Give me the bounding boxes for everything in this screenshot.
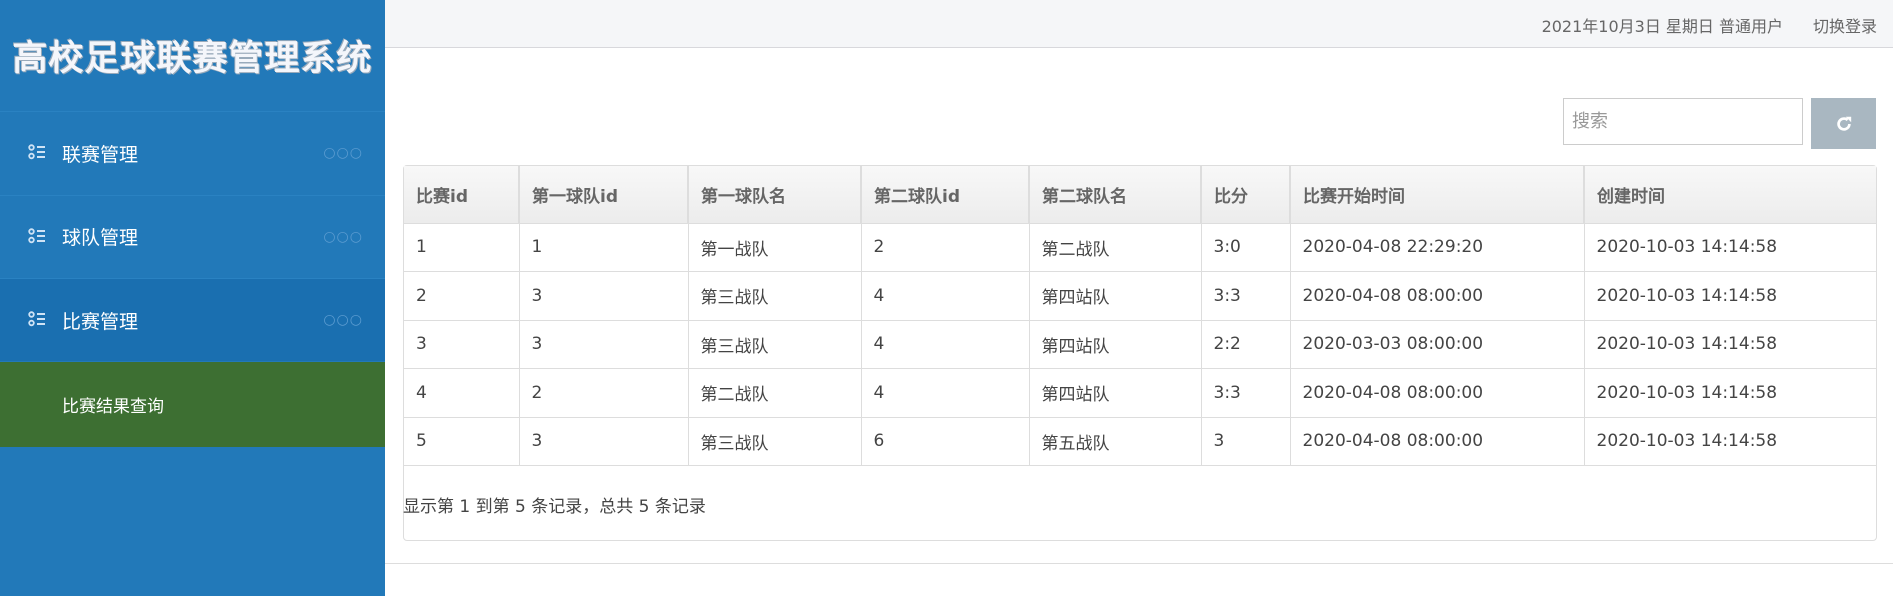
table-cell: 1: [519, 223, 689, 272]
refresh-button[interactable]: [1811, 98, 1876, 149]
table-row[interactable]: 2 3 第三战队 4 第四站队 3:3 2020-04-08 08:00:00 2020-10…: [404, 271, 1876, 321]
more-icon: ○○○: [323, 312, 363, 329]
table-row[interactable]: 1 1 第一战队 2 第二战队 3:0 2020-04-08 22:29:20 2020-10…: [404, 223, 1876, 272]
more-icon: ○○○: [323, 145, 363, 161]
list-icon: [28, 227, 45, 243]
column-header[interactable]: 第二球队名: [1029, 166, 1202, 224]
table-cell: 4: [861, 320, 1030, 369]
more-icon: ○○○: [323, 228, 363, 245]
table-cell: 3: [519, 320, 689, 369]
table-cell: 6: [861, 417, 1030, 466]
date-user-info: 2021年10月3日 星期日 普通用户: [1541, 17, 1783, 36]
table-cell: 2: [404, 271, 520, 321]
table-cell: 第三战队: [688, 320, 862, 369]
table-cell: 3:3: [1201, 271, 1291, 321]
table-cell: 2020-10-03 14:14:58: [1584, 368, 1876, 418]
table-cell: 第四站队: [1029, 368, 1202, 418]
refresh-icon: [1836, 116, 1851, 131]
column-header[interactable]: 比赛开始时间: [1290, 166, 1585, 224]
table-cell: 3:0: [1201, 223, 1291, 272]
table-cell: 第四站队: [1029, 271, 1202, 321]
list-icon: [28, 144, 45, 160]
table-cell: 2020-04-08 08:00:00: [1290, 368, 1585, 418]
table-cell: 2:2: [1201, 320, 1291, 369]
sidebar: 高校足球联赛管理系统 联赛管理 ○○○ 球队管理 ○○○ 比赛管理 ○○○ 比赛结果查询: [0, 0, 385, 596]
table-cell: 2020-10-03 14:14:58: [1584, 417, 1876, 466]
table-cell: 4: [861, 271, 1030, 321]
divider: [385, 563, 1893, 564]
table-cell: 第五战队: [1029, 417, 1202, 466]
table-cell: 2020-04-08 08:00:00: [1290, 417, 1585, 466]
table-cell: 2020-03-03 08:00:00: [1290, 320, 1585, 369]
table-cell: 3: [404, 320, 520, 369]
match-results-table: 比赛id 第一球队id 第一球队名 第二球队id 第二球队名 比分 比赛开始时间 创建时间 1…: [403, 165, 1877, 541]
table-row[interactable]: 5 3 第三战队 6 第五战队 3 2020-04-08 08:00:00 2020-10-0…: [404, 417, 1876, 466]
sidebar-item-label: 联赛管理: [62, 143, 139, 166]
table-cell: 3: [519, 271, 689, 321]
table-cell: 第二战队: [688, 368, 862, 418]
sidebar-item[interactable]: 球队管理 ○○○: [0, 194, 385, 278]
sidebar-item[interactable]: 比赛管理 ○○○: [0, 278, 385, 362]
table-cell: 第一战队: [688, 223, 862, 272]
sidebar-subitem-match-results[interactable]: 比赛结果查询: [0, 362, 385, 447]
table-cell: 3: [519, 417, 689, 466]
table-cell: 3:3: [1201, 368, 1291, 418]
table-cell: 3: [1201, 417, 1291, 466]
column-header[interactable]: 第一球队id: [519, 166, 689, 224]
switch-login-link[interactable]: 切换登录: [1813, 13, 1877, 37]
table-cell: 第三战队: [688, 417, 862, 466]
table-cell: 4: [404, 368, 520, 418]
top-header: 2021年10月3日 星期日 普通用户 切换登录: [385, 0, 1893, 48]
search-input[interactable]: [1563, 98, 1803, 145]
table-cell: 第三战队: [688, 271, 862, 321]
table-cell: 5: [404, 417, 520, 466]
column-header[interactable]: 第一球队名: [688, 166, 862, 224]
sidebar-item-label: 球队管理: [62, 227, 139, 250]
app-title: 高校足球联赛管理系统: [12, 39, 373, 79]
sidebar-item[interactable]: 联赛管理 ○○○: [0, 111, 385, 194]
table-row[interactable]: 3 3 第三战队 4 第四站队 2:2 2020-03-03 08:00:00 2020-10…: [404, 320, 1876, 369]
table-cell: 第四站队: [1029, 320, 1202, 369]
table-cell: 2020-04-08 22:29:20: [1290, 223, 1585, 272]
table-row[interactable]: 4 2 第二战队 4 第四站队 3:3 2020-04-08 08:00:00 2020-10…: [404, 368, 1876, 418]
table-cell: 2020-10-03 14:14:58: [1584, 320, 1876, 369]
column-header[interactable]: 创建时间: [1584, 166, 1876, 224]
table-cell: 2: [861, 223, 1030, 272]
table-cell: 4: [861, 368, 1030, 418]
column-header[interactable]: 比分: [1201, 166, 1291, 224]
list-icon: [28, 311, 45, 327]
table-cell: 1: [404, 223, 520, 272]
pagination-summary: 显示第 1 到第 5 条记录，总共 5 条记录: [403, 497, 706, 517]
table-cell: 2020-10-03 14:14:58: [1584, 271, 1876, 321]
table-cell: 2: [519, 368, 689, 418]
column-header[interactable]: 比赛id: [404, 166, 520, 224]
table-cell: 第二战队: [1029, 223, 1202, 272]
table-cell: 2020-10-03 14:14:58: [1584, 223, 1876, 272]
sidebar-item-label: 比赛管理: [62, 310, 139, 333]
table-cell: 2020-04-08 08:00:00: [1290, 271, 1585, 321]
column-header[interactable]: 第二球队id: [861, 166, 1030, 224]
